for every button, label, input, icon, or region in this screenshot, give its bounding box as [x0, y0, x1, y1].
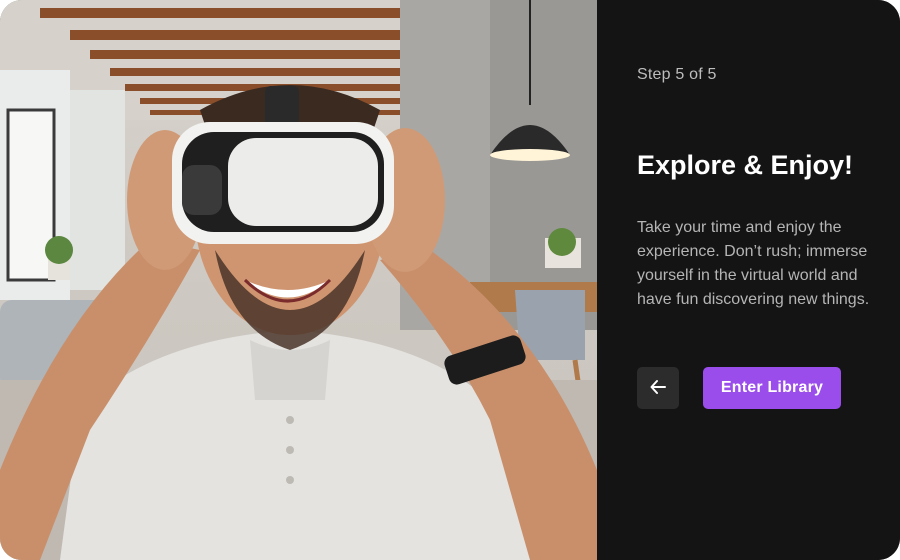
content-panel: Step 5 of 5 Explore & Enjoy! Take your t… — [597, 0, 900, 560]
back-button[interactable] — [637, 367, 679, 409]
onboarding-modal: Step 5 of 5 Explore & Enjoy! Take your t… — [0, 0, 900, 560]
step-indicator: Step 5 of 5 — [637, 66, 717, 83]
hero-photo-person-vr-headset — [0, 0, 597, 560]
arrow-left-icon — [649, 378, 667, 399]
vr-illustration — [0, 0, 597, 560]
description-text: Take your time and enjoy the experience.… — [637, 219, 870, 308]
enter-library-button[interactable]: Enter Library — [703, 367, 841, 409]
page-title: Explore & Enjoy! — [637, 150, 854, 180]
